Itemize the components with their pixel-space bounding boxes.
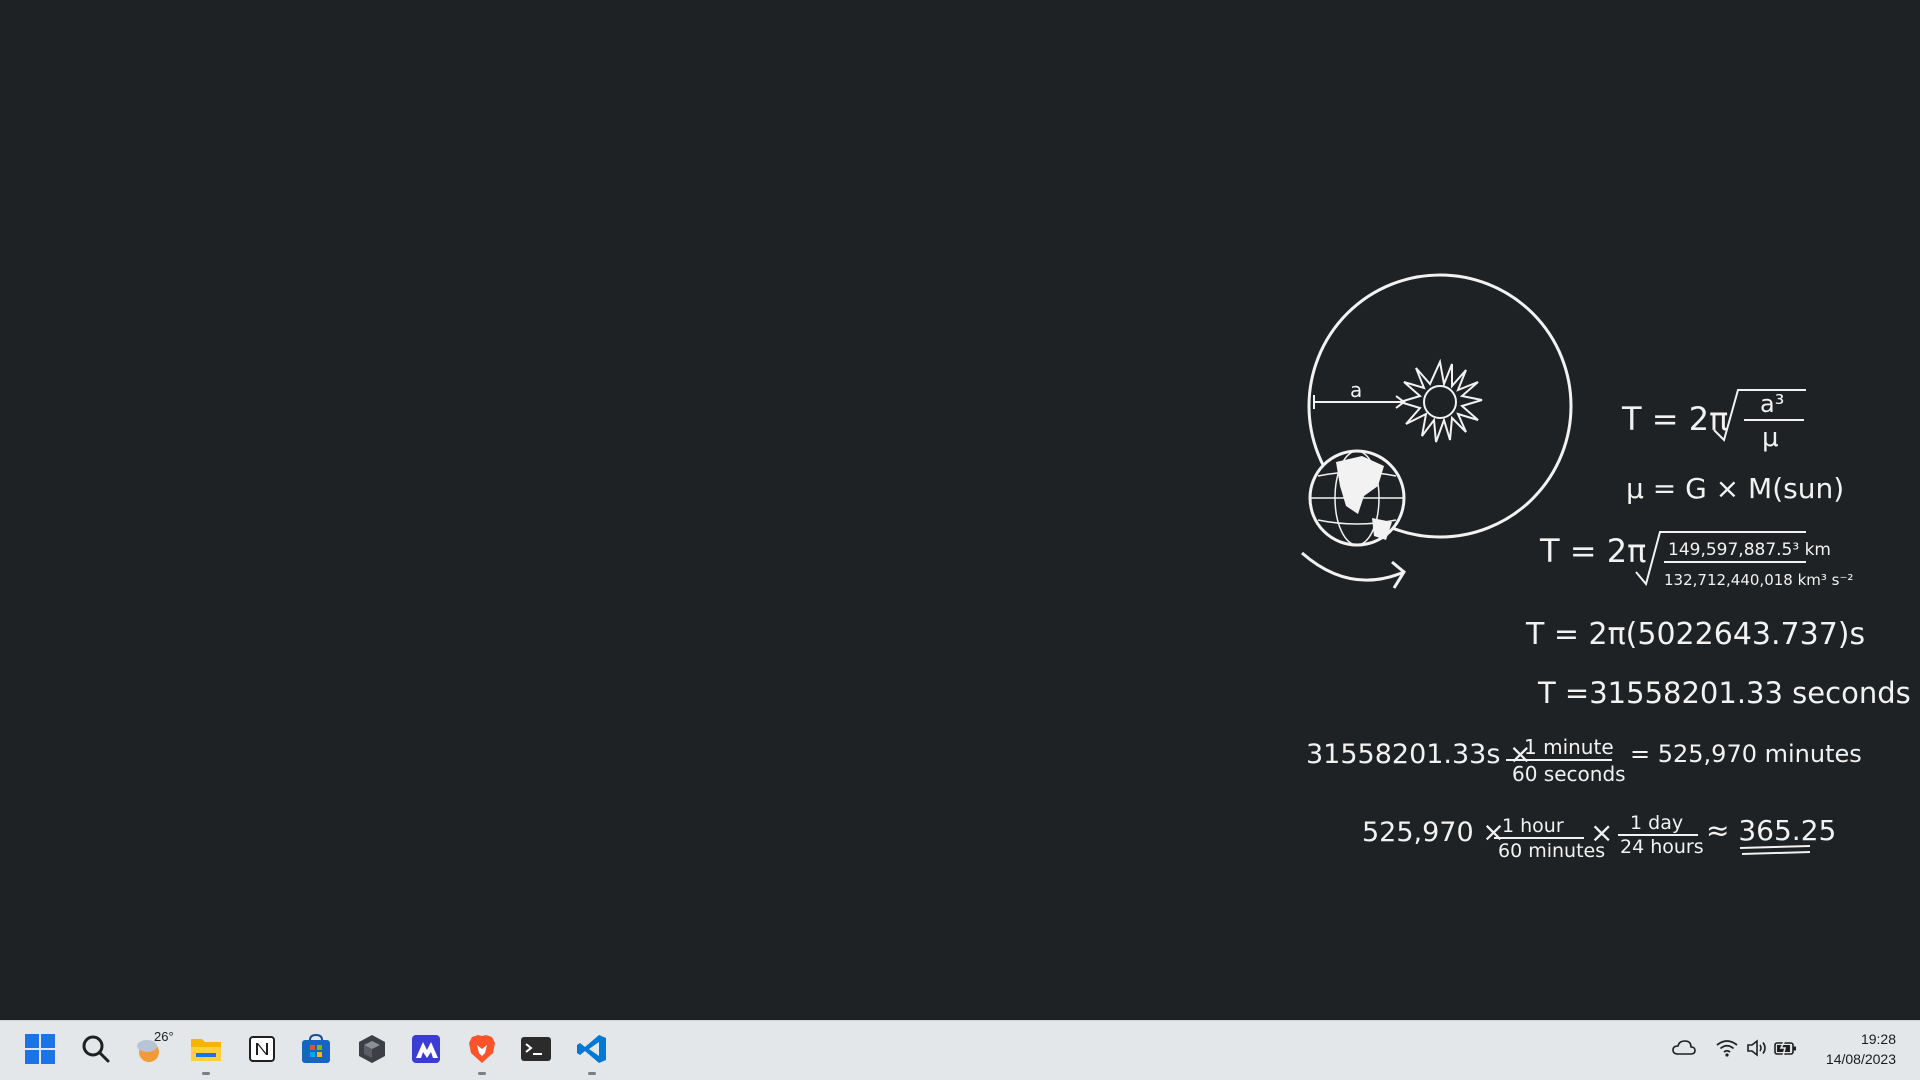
unity-hub-button[interactable] bbox=[350, 1027, 394, 1071]
clock-date: 14/08/2023 bbox=[1825, 1051, 1896, 1067]
onedrive-cloud-icon[interactable] bbox=[1672, 1039, 1696, 1057]
desktop: a T = 2π a³ μ μ = G × M(sun) T = 2π 149,… bbox=[0, 0, 1920, 1020]
eq7-denominator-2: 24 hours bbox=[1620, 836, 1704, 858]
vscode-icon bbox=[577, 1035, 606, 1063]
eq6-rhs: = 525,970 minutes bbox=[1630, 740, 1862, 768]
eq7-lhs: 525,970 × bbox=[1362, 817, 1505, 848]
weather-widget[interactable]: 26° bbox=[130, 1027, 174, 1071]
radius-label: a bbox=[1350, 378, 1362, 402]
file-explorer-button[interactable] bbox=[184, 1027, 228, 1075]
eq6-denominator: 60 seconds bbox=[1512, 762, 1626, 786]
terminal-button[interactable] bbox=[514, 1027, 558, 1071]
vscode-button[interactable] bbox=[570, 1027, 614, 1075]
eq7-numerator-1: 1 hour bbox=[1502, 815, 1564, 837]
volume-icon[interactable] bbox=[1746, 1039, 1768, 1057]
eq6-numerator: 1 minute bbox=[1524, 735, 1614, 759]
eq2: μ = G × M(sun) bbox=[1626, 472, 1844, 505]
eq6-lhs: 31558201.33s × bbox=[1306, 739, 1532, 770]
cube-icon bbox=[359, 1035, 385, 1063]
running-indicator bbox=[478, 1072, 486, 1075]
affinity-button[interactable] bbox=[404, 1027, 448, 1071]
start-button[interactable] bbox=[18, 1027, 62, 1071]
brave-browser-button[interactable] bbox=[460, 1027, 504, 1075]
eq7-result: ≈ 365.25 bbox=[1706, 814, 1836, 847]
eq3-numerator: 149,597,887.5³ km bbox=[1668, 540, 1831, 560]
battery-charging-icon[interactable] bbox=[1774, 1039, 1798, 1057]
folder-icon bbox=[191, 1039, 221, 1061]
sun-icon bbox=[1396, 358, 1483, 443]
brave-lion-icon bbox=[469, 1035, 495, 1063]
eq3-denominator: 132,712,440,018 km³ s⁻² bbox=[1664, 571, 1853, 589]
search-button[interactable] bbox=[74, 1027, 118, 1071]
clock[interactable]: 19:28 14/08/2023 bbox=[1826, 1029, 1896, 1069]
terminal-icon bbox=[521, 1037, 551, 1061]
orbit-arrow bbox=[1301, 551, 1406, 589]
search-icon bbox=[82, 1035, 110, 1063]
eq1-denominator: μ bbox=[1762, 423, 1779, 453]
eq7-result-underline bbox=[1739, 845, 1811, 855]
taskbar: 26° 19:28 14/08/2023 bbox=[0, 1020, 1920, 1080]
earth-icon bbox=[1308, 449, 1406, 547]
eq3-lhs: T = 2π bbox=[1539, 532, 1646, 570]
eq4: T = 2π(5022643.737)s bbox=[1525, 617, 1865, 652]
affinity-icon bbox=[412, 1035, 440, 1063]
wifi-icon[interactable] bbox=[1716, 1039, 1738, 1057]
store-icon bbox=[302, 1034, 330, 1063]
wallpaper-orbit-drawing: a T = 2π a³ μ μ = G × M(sun) T = 2π 149,… bbox=[1301, 273, 1911, 862]
eq1-numerator: a³ bbox=[1760, 390, 1784, 418]
eq7-numerator-2: 1 day bbox=[1630, 812, 1683, 834]
eq1-lhs: T = 2π bbox=[1621, 400, 1728, 438]
windows-icon bbox=[25, 1034, 55, 1064]
eq5: T =31558201.33 seconds bbox=[1537, 676, 1911, 710]
clock-time: 19:28 bbox=[1860, 1031, 1896, 1047]
notion-button[interactable] bbox=[240, 1027, 284, 1071]
weather-temperature: 26° bbox=[154, 1029, 174, 1044]
running-indicator bbox=[588, 1072, 596, 1075]
eq7-times: × bbox=[1590, 816, 1613, 849]
running-indicator bbox=[202, 1072, 210, 1075]
microsoft-store-button[interactable] bbox=[294, 1027, 338, 1071]
notion-icon bbox=[249, 1036, 275, 1062]
